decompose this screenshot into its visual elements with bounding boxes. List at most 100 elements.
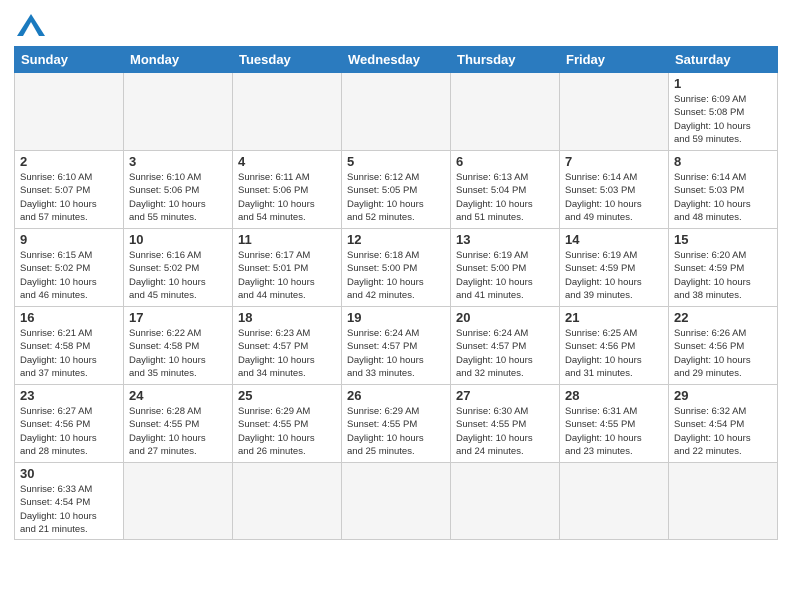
calendar-cell: 30 Sunrise: 6:33 AM Sunset: 4:54 PM Dayli…: [15, 463, 124, 540]
day-number: 27: [456, 388, 554, 403]
day-info: Sunrise: 6:19 AM Sunset: 4:59 PM Dayligh…: [565, 249, 663, 302]
calendar-cell: [342, 463, 451, 540]
day-info: Sunrise: 6:27 AM Sunset: 4:56 PM Dayligh…: [20, 405, 118, 458]
day-info: Sunrise: 6:24 AM Sunset: 4:57 PM Dayligh…: [456, 327, 554, 380]
calendar-cell: [669, 463, 778, 540]
calendar-week-4: 16 Sunrise: 6:21 AM Sunset: 4:58 PM Dayli…: [15, 307, 778, 385]
calendar-cell: 18 Sunrise: 6:23 AM Sunset: 4:57 PM Dayli…: [233, 307, 342, 385]
calendar-cell: [342, 73, 451, 151]
calendar-header-friday: Friday: [560, 47, 669, 73]
day-number: 19: [347, 310, 445, 325]
day-number: 1: [674, 76, 772, 91]
calendar-cell: 21 Sunrise: 6:25 AM Sunset: 4:56 PM Dayli…: [560, 307, 669, 385]
calendar-header-sunday: Sunday: [15, 47, 124, 73]
day-number: 5: [347, 154, 445, 169]
day-info: Sunrise: 6:17 AM Sunset: 5:01 PM Dayligh…: [238, 249, 336, 302]
calendar-week-3: 9Sunrise: 6:15 AM Sunset: 5:02 PM Daylig…: [15, 229, 778, 307]
day-number: 4: [238, 154, 336, 169]
day-number: 24: [129, 388, 227, 403]
calendar-cell: 16 Sunrise: 6:21 AM Sunset: 4:58 PM Dayli…: [15, 307, 124, 385]
day-info: Sunrise: 6:20 AM Sunset: 4:59 PM Dayligh…: [674, 249, 772, 302]
calendar-week-5: 23 Sunrise: 6:27 AM Sunset: 4:56 PM Dayli…: [15, 385, 778, 463]
calendar-cell: [124, 73, 233, 151]
calendar-cell: 9Sunrise: 6:15 AM Sunset: 5:02 PM Daylig…: [15, 229, 124, 307]
calendar-cell: 2 Sunrise: 6:10 AM Sunset: 5:07 PM Daylig…: [15, 151, 124, 229]
day-number: 21: [565, 310, 663, 325]
calendar-week-2: 2 Sunrise: 6:10 AM Sunset: 5:07 PM Daylig…: [15, 151, 778, 229]
calendar-cell: 12Sunrise: 6:18 AM Sunset: 5:00 PM Dayli…: [342, 229, 451, 307]
calendar-header-monday: Monday: [124, 47, 233, 73]
day-info: Sunrise: 6:31 AM Sunset: 4:55 PM Dayligh…: [565, 405, 663, 458]
day-number: 22: [674, 310, 772, 325]
calendar-cell: 3 Sunrise: 6:10 AM Sunset: 5:06 PM Daylig…: [124, 151, 233, 229]
day-number: 30: [20, 466, 118, 481]
day-number: 11: [238, 232, 336, 247]
calendar-cell: 8 Sunrise: 6:14 AM Sunset: 5:03 PM Daylig…: [669, 151, 778, 229]
day-info: Sunrise: 6:10 AM Sunset: 5:07 PM Dayligh…: [20, 171, 118, 224]
calendar-week-1: 1 Sunrise: 6:09 AM Sunset: 5:08 PM Daylig…: [15, 73, 778, 151]
day-info: Sunrise: 6:14 AM Sunset: 5:03 PM Dayligh…: [674, 171, 772, 224]
calendar-header-wednesday: Wednesday: [342, 47, 451, 73]
day-info: Sunrise: 6:26 AM Sunset: 4:56 PM Dayligh…: [674, 327, 772, 380]
calendar-cell: 20 Sunrise: 6:24 AM Sunset: 4:57 PM Dayli…: [451, 307, 560, 385]
calendar-header-tuesday: Tuesday: [233, 47, 342, 73]
calendar-cell: [560, 73, 669, 151]
calendar-header-row: SundayMondayTuesdayWednesdayThursdayFrid…: [15, 47, 778, 73]
calendar-header-thursday: Thursday: [451, 47, 560, 73]
day-number: 16: [20, 310, 118, 325]
calendar-cell: 15 Sunrise: 6:20 AM Sunset: 4:59 PM Dayli…: [669, 229, 778, 307]
day-number: 17: [129, 310, 227, 325]
day-info: Sunrise: 6:09 AM Sunset: 5:08 PM Dayligh…: [674, 93, 772, 146]
day-number: 2: [20, 154, 118, 169]
day-info: Sunrise: 6:11 AM Sunset: 5:06 PM Dayligh…: [238, 171, 336, 224]
calendar-cell: 1 Sunrise: 6:09 AM Sunset: 5:08 PM Daylig…: [669, 73, 778, 151]
day-number: 3: [129, 154, 227, 169]
day-info: Sunrise: 6:10 AM Sunset: 5:06 PM Dayligh…: [129, 171, 227, 224]
calendar-cell: 13 Sunrise: 6:19 AM Sunset: 5:00 PM Dayli…: [451, 229, 560, 307]
day-info: Sunrise: 6:15 AM Sunset: 5:02 PM Dayligh…: [20, 249, 118, 302]
day-info: Sunrise: 6:22 AM Sunset: 4:58 PM Dayligh…: [129, 327, 227, 380]
calendar-cell: 4 Sunrise: 6:11 AM Sunset: 5:06 PM Daylig…: [233, 151, 342, 229]
day-info: Sunrise: 6:29 AM Sunset: 4:55 PM Dayligh…: [347, 405, 445, 458]
calendar-cell: 25Sunrise: 6:29 AM Sunset: 4:55 PM Dayli…: [233, 385, 342, 463]
day-number: 15: [674, 232, 772, 247]
day-number: 6: [456, 154, 554, 169]
calendar-cell: 10Sunrise: 6:16 AM Sunset: 5:02 PM Dayli…: [124, 229, 233, 307]
day-info: Sunrise: 6:33 AM Sunset: 4:54 PM Dayligh…: [20, 483, 118, 536]
day-info: Sunrise: 6:12 AM Sunset: 5:05 PM Dayligh…: [347, 171, 445, 224]
day-info: Sunrise: 6:25 AM Sunset: 4:56 PM Dayligh…: [565, 327, 663, 380]
calendar-cell: 28Sunrise: 6:31 AM Sunset: 4:55 PM Dayli…: [560, 385, 669, 463]
day-info: Sunrise: 6:16 AM Sunset: 5:02 PM Dayligh…: [129, 249, 227, 302]
calendar-cell: 6 Sunrise: 6:13 AM Sunset: 5:04 PM Daylig…: [451, 151, 560, 229]
day-number: 20: [456, 310, 554, 325]
day-number: 23: [20, 388, 118, 403]
calendar-cell: [560, 463, 669, 540]
day-info: Sunrise: 6:30 AM Sunset: 4:55 PM Dayligh…: [456, 405, 554, 458]
day-number: 12: [347, 232, 445, 247]
day-info: Sunrise: 6:14 AM Sunset: 5:03 PM Dayligh…: [565, 171, 663, 224]
calendar-header-saturday: Saturday: [669, 47, 778, 73]
day-number: 26: [347, 388, 445, 403]
calendar-cell: 7Sunrise: 6:14 AM Sunset: 5:03 PM Daylig…: [560, 151, 669, 229]
day-info: Sunrise: 6:32 AM Sunset: 4:54 PM Dayligh…: [674, 405, 772, 458]
calendar-cell: 29Sunrise: 6:32 AM Sunset: 4:54 PM Dayli…: [669, 385, 778, 463]
day-info: Sunrise: 6:21 AM Sunset: 4:58 PM Dayligh…: [20, 327, 118, 380]
day-number: 13: [456, 232, 554, 247]
day-info: Sunrise: 6:13 AM Sunset: 5:04 PM Dayligh…: [456, 171, 554, 224]
calendar-cell: [451, 463, 560, 540]
day-number: 25: [238, 388, 336, 403]
day-number: 14: [565, 232, 663, 247]
calendar-cell: 14 Sunrise: 6:19 AM Sunset: 4:59 PM Dayli…: [560, 229, 669, 307]
day-number: 8: [674, 154, 772, 169]
day-number: 18: [238, 310, 336, 325]
calendar-cell: 23 Sunrise: 6:27 AM Sunset: 4:56 PM Dayli…: [15, 385, 124, 463]
calendar-cell: 11 Sunrise: 6:17 AM Sunset: 5:01 PM Dayli…: [233, 229, 342, 307]
calendar-cell: 19 Sunrise: 6:24 AM Sunset: 4:57 PM Dayli…: [342, 307, 451, 385]
day-info: Sunrise: 6:24 AM Sunset: 4:57 PM Dayligh…: [347, 327, 445, 380]
day-info: Sunrise: 6:19 AM Sunset: 5:00 PM Dayligh…: [456, 249, 554, 302]
calendar-cell: 17 Sunrise: 6:22 AM Sunset: 4:58 PM Dayli…: [124, 307, 233, 385]
day-info: Sunrise: 6:28 AM Sunset: 4:55 PM Dayligh…: [129, 405, 227, 458]
page: SundayMondayTuesdayWednesdayThursdayFrid…: [0, 0, 792, 612]
day-info: Sunrise: 6:23 AM Sunset: 4:57 PM Dayligh…: [238, 327, 336, 380]
calendar-cell: 27 Sunrise: 6:30 AM Sunset: 4:55 PM Dayli…: [451, 385, 560, 463]
